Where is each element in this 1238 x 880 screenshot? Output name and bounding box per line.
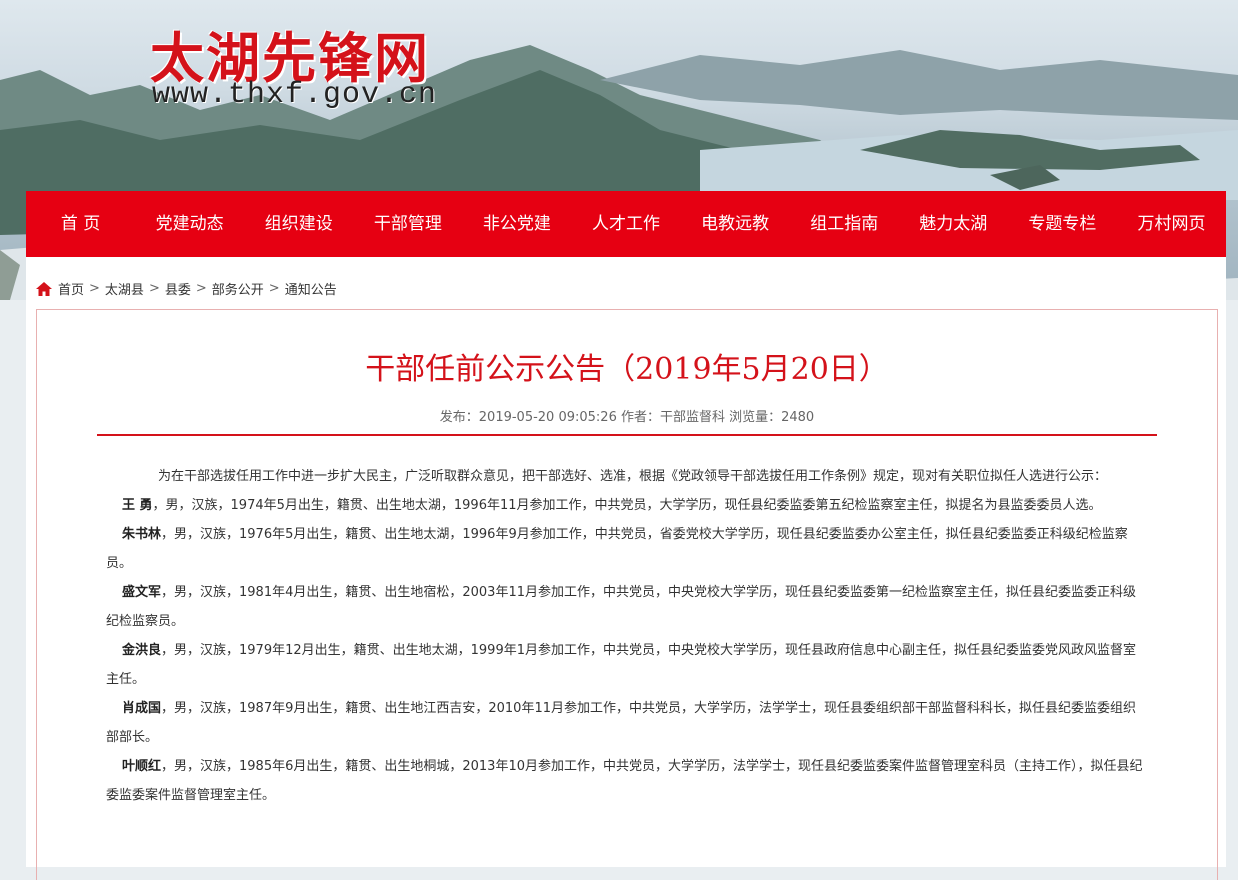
breadcrumb-department-affairs[interactable]: 部务公开 [212,279,264,298]
nav-talent-work[interactable]: 人才工作 [571,191,680,257]
breadcrumb-separator: > [89,281,100,296]
candidate-details: ，男，汉族，1976年5月出生，籍贯、出生地太湖，1996年9月参加工作，中共党… [106,527,1128,571]
candidate-paragraph: 王 勇，男，汉族，1974年5月出生，籍贯、出生地太湖，1996年11月参加工作… [106,491,1146,520]
article-title: 干部任前公示公告（2019年5月20日） [365,352,889,387]
candidate-paragraph: 叶顺红，男，汉族，1985年6月出生，籍贯、出生地桐城，2013年10月参加工作… [106,752,1146,810]
candidate-paragraph: 金洪良，男，汉族，1979年12月出生，籍贯、出生地太湖，1999年1月参加工作… [106,636,1146,694]
candidate-details: ，男，汉族，1974年5月出生，籍贯、出生地太湖，1996年11月参加工作，中共… [152,498,1102,513]
breadcrumb-separator: > [195,281,207,296]
candidate-details: ，男，汉族，1981年4月出生，籍贯、出生地宿松，2003年11月参加工作，中共… [106,585,1136,629]
candidate-paragraph: 肖成国，男，汉族，1987年9月出生，籍贯、出生地江西吉安，2010年11月参加… [106,694,1146,752]
content-panel: 首页 > 太湖县 > 县委 > 部务公开 > 通知公告 干部任前公示公告（201… [26,257,1226,880]
breadcrumb-home[interactable]: 首页 [58,279,84,298]
candidate-paragraph: 朱书林，男，汉族，1976年5月出生，籍贯、出生地太湖，1996年9月参加工作，… [106,520,1146,578]
nav-charm-taihu[interactable]: 魅力太湖 [899,191,1008,257]
site-url: www.thxf.gov.cn [152,78,438,112]
breadcrumb-county-committee[interactable]: 县委 [165,279,191,298]
nav-guide[interactable]: 组工指南 [790,191,899,257]
nav-remote-education[interactable]: 电教远教 [681,191,790,257]
candidate-name: 盛文军 [122,585,162,600]
breadcrumb-separator: > [148,281,160,296]
nav-org-building[interactable]: 组织建设 [244,191,353,257]
candidate-details: ，男，汉族，1985年6月出生，籍贯、出生地桐城，2013年10月参加工作，中共… [106,759,1143,803]
article-meta: 发布：2019-05-20 09:05:26 作者：干部监督科 浏览量：2480 [439,410,815,425]
title-divider [97,434,1157,436]
nav-party-news[interactable]: 党建动态 [135,191,244,257]
candidate-name: 朱书林 [122,527,162,542]
main-nav: 首 页 党建动态 组织建设 干部管理 非公党建 人才工作 电教远教 组工指南 魅… [26,191,1226,257]
breadcrumb: 首页 > 太湖县 > 县委 > 部务公开 > 通知公告 [36,279,337,298]
candidate-name: 王 勇 [122,498,153,513]
candidate-name: 肖成国 [122,701,162,716]
nav-cadre-management[interactable]: 干部管理 [353,191,462,257]
candidate-name: 叶顺红 [122,759,162,774]
breadcrumb-taihu[interactable]: 太湖县 [105,279,144,298]
candidate-details: ，男，汉族，1987年9月出生，籍贯、出生地江西吉安，2010年11月参加工作，… [106,701,1136,745]
article-body: 为在干部选拔任用工作中进一步扩大民主，广泛听取群众意见，把干部选好、选准，根据《… [106,462,1146,810]
nav-special-topics[interactable]: 专题专栏 [1008,191,1117,257]
breadcrumb-separator: > [268,281,280,296]
candidate-paragraph: 盛文军，男，汉族，1981年4月出生，籍贯、出生地宿松，2003年11月参加工作… [106,578,1146,636]
article: 干部任前公示公告（2019年5月20日） 发布：2019-05-20 09:05… [36,309,1218,880]
breadcrumb-notices[interactable]: 通知公告 [285,279,337,298]
candidate-details: ，男，汉族，1979年12月出生，籍贯、出生地太湖，1999年1月参加工作，中共… [106,643,1136,687]
article-intro: 为在干部选拔任用工作中进一步扩大民主，广泛听取群众意见，把干部选好、选准，根据《… [158,469,1108,484]
nav-home[interactable]: 首 页 [26,191,135,257]
candidate-name: 金洪良 [122,643,162,658]
nav-non-public-party[interactable]: 非公党建 [462,191,571,257]
home-icon [36,281,52,296]
nav-village-pages[interactable]: 万村网页 [1117,191,1226,257]
